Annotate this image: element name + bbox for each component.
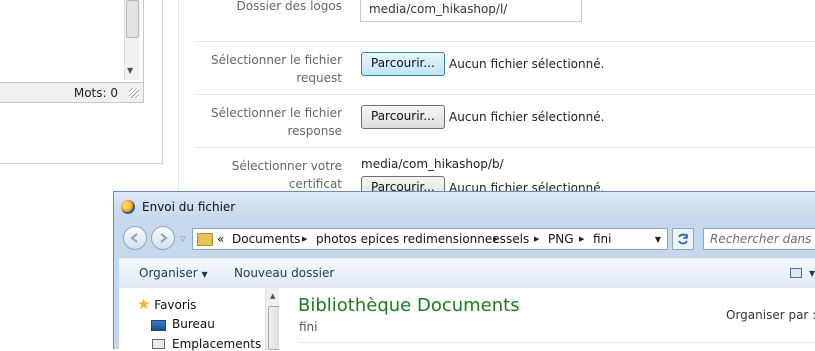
firefox-icon <box>121 200 135 214</box>
favorites-label: Favoris <box>154 298 197 312</box>
breadcrumb-separator-icon[interactable]: ▶ <box>493 235 498 243</box>
breadcrumb-photos[interactable]: photos epices redimensionnees <box>316 232 506 246</box>
breadcrumb-fini[interactable]: fini <box>593 232 612 246</box>
star-icon: ★ <box>137 295 151 313</box>
row-divider <box>196 94 815 95</box>
response-file-label: Sélectionner le fichier response <box>192 104 342 140</box>
logos-folder-input[interactable]: media/com_hikashop/l/ <box>360 0 582 22</box>
request-browse-button[interactable]: Parcourir... <box>361 52 445 76</box>
view-dropdown-icon[interactable]: ▼ <box>809 269 815 278</box>
certificate-path: media/com_hikashop/b/ <box>361 157 504 171</box>
request-file-label: Sélectionner le fichier request <box>192 51 342 87</box>
scroll-down-icon[interactable]: ▼ <box>127 66 133 75</box>
search-input[interactable]: Rechercher dans : fini <box>703 228 815 250</box>
new-folder-button[interactable]: Nouveau dossier <box>234 266 334 280</box>
dialog-title: Envoi du fichier <box>142 200 236 214</box>
request-label-line2: request <box>296 71 342 85</box>
address-bar[interactable]: « Documents ▶ photos epices redimensionn… <box>192 228 668 250</box>
resize-grip-icon[interactable] <box>129 88 139 98</box>
organize-menu[interactable]: Organiser ▼ <box>139 266 208 280</box>
view-options-icon[interactable] <box>790 268 802 278</box>
nav-favorites[interactable]: ★ Favoris <box>137 295 196 313</box>
breadcrumb-separator-icon[interactable]: ▶ <box>302 235 307 243</box>
breadcrumb-overflow[interactable]: « <box>217 232 224 246</box>
breadcrumb-png[interactable]: PNG <box>548 232 574 246</box>
arrange-by-label[interactable]: Organiser par : <box>726 308 815 322</box>
logos-folder-label: Dossier des logos <box>236 0 342 13</box>
library-subtitle: fini <box>299 320 318 334</box>
desktop-icon <box>151 320 166 331</box>
navigation-pane: ★ Favoris Bureau Emplacements récents ▲ <box>119 288 282 351</box>
dialog-titlebar[interactable]: Envoi du fichier <box>114 192 815 221</box>
file-list-area: Bibliothèque Documents fini Organiser pa… <box>279 288 815 350</box>
breadcrumb-documents[interactable]: Documents <box>232 232 300 246</box>
row-divider <box>196 41 815 42</box>
history-dropdown-icon[interactable]: ▽ <box>180 235 185 243</box>
folder-icon <box>197 233 213 246</box>
column-header-divider <box>298 342 815 343</box>
breadcrumb-separator-icon[interactable]: ▶ <box>534 235 539 243</box>
word-count: Mots: 0 <box>73 86 118 100</box>
organize-label: Organiser <box>139 266 198 280</box>
library-title: Bibliothèque Documents <box>298 295 520 316</box>
request-file-status: Aucun fichier sélectionné. <box>449 57 605 71</box>
breadcrumb-separator-icon[interactable]: ▶ <box>579 235 584 243</box>
request-label-line1: Sélectionner le fichier <box>211 53 342 67</box>
dialog-toolbar: Organiser ▼ Nouveau dossier ▼ <box>119 258 815 290</box>
row-divider <box>196 147 815 148</box>
forward-button[interactable] <box>151 226 175 250</box>
certificate-label: Sélectionner votre certificat <box>192 157 342 193</box>
text-editor[interactable]: ▼ Mots: 0 <box>0 0 144 103</box>
response-file-status: Aucun fichier sélectionné. <box>449 110 605 124</box>
back-arrow-icon <box>130 233 138 243</box>
recent-places-icon <box>152 339 165 349</box>
response-browse-button[interactable]: Parcourir... <box>361 105 445 129</box>
column-divider <box>178 0 179 190</box>
response-label-line2: response <box>287 124 342 138</box>
forward-arrow-icon <box>160 233 168 243</box>
refresh-button[interactable] <box>672 228 694 250</box>
file-upload-dialog: Envoi du fichier ▽ « Documents ▶ photos … <box>113 191 815 351</box>
chevron-down-icon: ▼ <box>201 270 208 279</box>
editor-scroll-thumb[interactable] <box>126 0 139 38</box>
scroll-up-icon[interactable]: ▲ <box>270 292 275 300</box>
refresh-icon <box>678 233 688 245</box>
back-button[interactable] <box>123 226 147 250</box>
address-dropdown-icon[interactable]: ▼ <box>655 235 661 244</box>
response-label-line1: Sélectionner le fichier <box>211 106 342 120</box>
breadcrumb-sels[interactable]: sels <box>506 232 529 246</box>
cert-label-line1: Sélectionner votre <box>231 159 342 173</box>
editor-statusbar: Mots: 0 <box>0 82 143 102</box>
desktop-label: Bureau <box>172 317 215 331</box>
